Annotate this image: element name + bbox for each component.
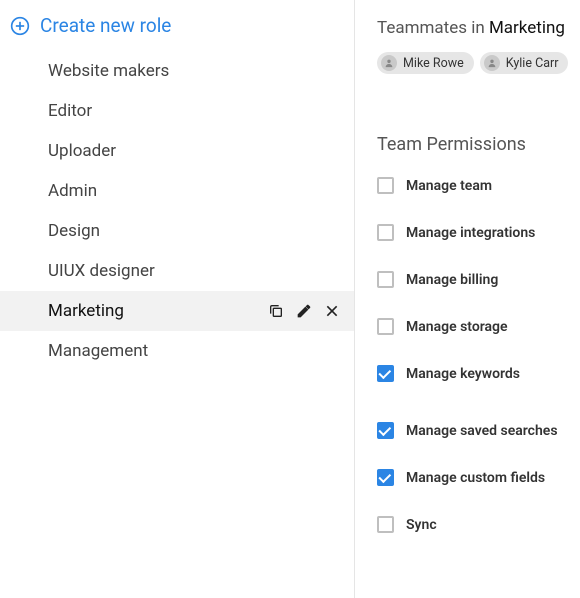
permission-item[interactable]: Manage team (377, 177, 580, 194)
permission-label: Manage billing (406, 272, 498, 288)
checkbox[interactable] (377, 422, 394, 439)
permission-item[interactable]: Manage custom fields (377, 469, 580, 486)
role-item[interactable]: Editor (0, 91, 354, 131)
roles-panel: Create new role Website makers Editor Uplo… (0, 0, 355, 598)
role-label: Marketing (48, 301, 124, 321)
close-icon[interactable] (324, 303, 340, 319)
permission-label: Manage keywords (406, 366, 520, 382)
teammate-chip[interactable]: Mike Rowe (377, 52, 474, 74)
create-role-button[interactable]: Create new role (0, 14, 354, 51)
permission-label: Manage custom fields (406, 470, 545, 486)
role-label: Editor (48, 101, 92, 121)
checkbox[interactable] (377, 177, 394, 194)
role-item[interactable]: Uploader (0, 131, 354, 171)
roles-list: Website makers Editor Uploader Admin Design U… (0, 51, 354, 371)
create-role-label: Create new role (40, 14, 171, 37)
role-item[interactable]: UIUX designer (0, 251, 354, 291)
role-item[interactable]: Marketing (0, 291, 354, 331)
permission-item[interactable]: Manage integrations (377, 224, 580, 241)
permission-item[interactable]: Manage billing (377, 271, 580, 288)
role-item[interactable]: Design (0, 211, 354, 251)
role-item[interactable]: Admin (0, 171, 354, 211)
teammates-chips: Mike Rowe Kylie Carr (377, 52, 580, 74)
permission-item[interactable]: Sync (377, 516, 580, 533)
permission-label: Sync (406, 517, 437, 533)
permission-item[interactable]: Manage saved searches (377, 422, 580, 439)
permission-label: Manage integrations (406, 225, 535, 241)
role-label: Uploader (48, 141, 116, 161)
teammates-header: Teammates in Marketing (377, 18, 580, 38)
permission-item[interactable]: Manage storage (377, 318, 580, 335)
role-item[interactable]: Management (0, 331, 354, 371)
role-label: Design (48, 221, 100, 241)
checkbox[interactable] (377, 365, 394, 382)
role-label: Management (48, 341, 148, 361)
teammates-prefix: Teammates in (377, 18, 489, 38)
checkbox[interactable] (377, 271, 394, 288)
permissions-title: Team Permissions (377, 134, 580, 155)
teammates-role-name: Marketing (489, 18, 565, 38)
plus-circle-icon (10, 16, 30, 36)
role-detail-panel: Teammates in Marketing Mike Rowe Kylie Ca… (355, 0, 580, 598)
avatar-icon (484, 55, 500, 71)
checkbox[interactable] (377, 469, 394, 486)
checkbox[interactable] (377, 224, 394, 241)
edit-icon[interactable] (296, 303, 312, 319)
role-label: Website makers (48, 61, 169, 81)
role-actions (268, 303, 340, 319)
role-label: UIUX designer (48, 261, 155, 281)
duplicate-icon[interactable] (268, 303, 284, 319)
teammate-name: Mike Rowe (403, 56, 464, 71)
role-item[interactable]: Website makers (0, 51, 354, 91)
checkbox[interactable] (377, 318, 394, 335)
permissions-list: Manage team Manage integrations Manage bil… (377, 177, 580, 533)
teammate-name: Kylie Carr (506, 56, 559, 71)
avatar-icon (381, 55, 397, 71)
permission-item[interactable]: Manage keywords (377, 365, 580, 382)
permission-label: Manage team (406, 178, 492, 194)
permission-label: Manage storage (406, 319, 508, 335)
checkbox[interactable] (377, 516, 394, 533)
teammate-chip[interactable]: Kylie Carr (480, 52, 569, 74)
permission-label: Manage saved searches (406, 423, 558, 439)
role-label: Admin (48, 181, 97, 201)
